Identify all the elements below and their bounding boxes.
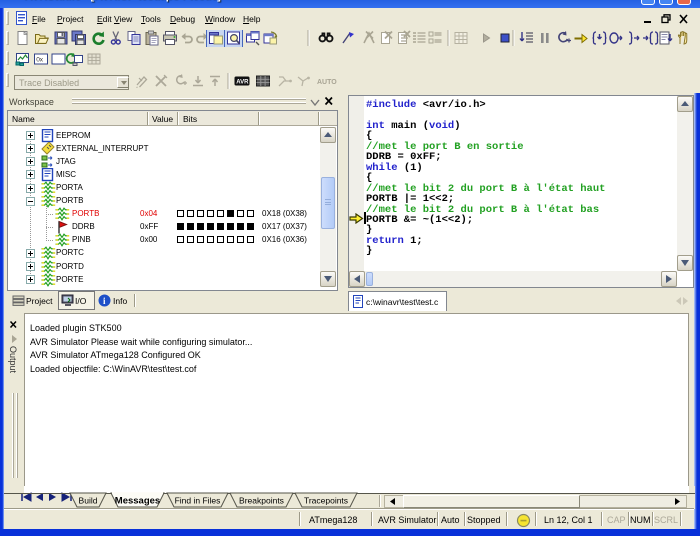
svg-text:Breakpoints: Breakpoints — [239, 496, 284, 506]
svg-text:AVR: AVR — [236, 80, 249, 86]
svg-text:0x: 0x — [36, 57, 44, 64]
svg-text:Build: Build — [79, 496, 98, 506]
svg-text:Find in Files: Find in Files — [175, 496, 221, 506]
svg-text:Tracepoints: Tracepoints — [304, 496, 348, 506]
svg-text:Messages: Messages — [115, 496, 160, 507]
svg-text:AUTO: AUTO — [317, 79, 337, 86]
